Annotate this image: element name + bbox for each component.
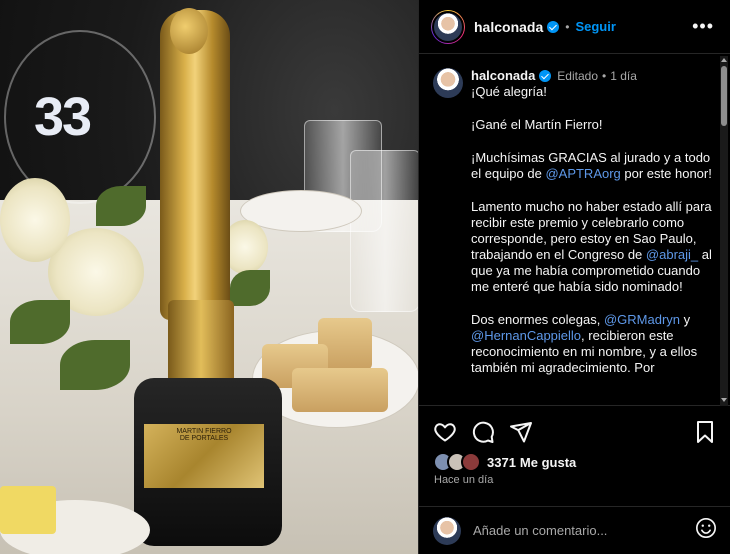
caption-avatar[interactable] bbox=[433, 68, 463, 98]
caption-username[interactable]: halconada bbox=[471, 68, 535, 84]
emoji-icon[interactable] bbox=[695, 517, 717, 544]
verified-badge-icon bbox=[547, 20, 560, 33]
caption-scroll-area[interactable]: halconada Editado • 1 día ¡Qué alegría! ¡… bbox=[419, 54, 730, 406]
caption-time[interactable]: 1 día bbox=[610, 68, 637, 84]
bread-roll bbox=[292, 368, 388, 412]
follow-button[interactable]: Seguir bbox=[575, 19, 615, 34]
avatar-image bbox=[432, 10, 464, 43]
award-statuette bbox=[160, 10, 230, 320]
comment-input[interactable]: Añade un comentario... bbox=[473, 523, 695, 538]
caption-text-span: y bbox=[680, 312, 694, 327]
mention-link[interactable]: @abraji_ bbox=[646, 247, 698, 262]
bookmark-icon[interactable] bbox=[694, 420, 716, 444]
comment-icon[interactable] bbox=[471, 420, 495, 444]
caption-paragraph: ¡Muchísimas GRACIAS al jurado y a todo e… bbox=[471, 150, 715, 182]
likes-row[interactable]: 3371 Me gusta bbox=[433, 452, 576, 472]
caption: halconada Editado • 1 día ¡Qué alegría! ¡… bbox=[419, 54, 730, 393]
separator-dot: • bbox=[602, 69, 607, 83]
caption-header: halconada Editado • 1 día bbox=[471, 68, 715, 84]
caption-paragraph: Dos enormes colegas, @GRMadryn y @Hernan… bbox=[471, 312, 715, 376]
leaf bbox=[96, 186, 146, 226]
post-header: halconada • Seguir ••• bbox=[419, 0, 730, 54]
verified-badge-icon bbox=[539, 70, 552, 82]
action-bar bbox=[433, 418, 716, 446]
scroll-down-arrow-icon[interactable] bbox=[721, 398, 727, 402]
comment-bar: Añade un comentario... bbox=[419, 506, 730, 554]
plaque-line-2: DE PORTALES bbox=[179, 435, 229, 442]
caption-paragraph: ¡Gané el Martín Fierro! bbox=[471, 117, 715, 133]
current-user-avatar bbox=[433, 516, 461, 545]
mention-link[interactable]: @HernanCappiello bbox=[471, 328, 581, 343]
post-panel: halconada • Seguir ••• halconada Editado… bbox=[418, 0, 730, 554]
liker-avatar bbox=[461, 452, 481, 472]
post-photo[interactable]: 33 MARTIN FIERRO DE PORTALES bbox=[0, 0, 418, 554]
separator-dot: • bbox=[565, 19, 570, 34]
award-plaque: MARTIN FIERRO DE PORTALES bbox=[144, 424, 264, 488]
mention-link[interactable]: @APTRAorg bbox=[545, 166, 620, 181]
share-icon[interactable] bbox=[509, 420, 533, 444]
leaf bbox=[10, 300, 70, 344]
author-username[interactable]: halconada bbox=[474, 19, 543, 35]
plaque-line-1: MARTIN FIERRO bbox=[176, 428, 232, 435]
caption-text-span: por este honor! bbox=[620, 166, 712, 181]
heart-icon[interactable] bbox=[433, 420, 457, 444]
award-statuette-head bbox=[170, 8, 208, 54]
caption-body: halconada Editado • 1 día ¡Qué alegría! ¡… bbox=[471, 68, 715, 393]
caption-text-span: ¡Gané el Martín Fierro! bbox=[471, 117, 603, 132]
caption-text-span: ¡Qué alegría! bbox=[471, 84, 547, 99]
wine-glass bbox=[350, 150, 418, 312]
likes-label: Me gusta bbox=[519, 454, 577, 470]
scrollbar-thumb[interactable] bbox=[721, 66, 727, 126]
more-options-icon[interactable]: ••• bbox=[692, 16, 714, 37]
cheese-piece bbox=[0, 486, 56, 534]
caption-text-span: Dos enormes colegas, bbox=[471, 312, 604, 327]
edited-label: Editado bbox=[557, 69, 598, 83]
rose-flower bbox=[0, 178, 70, 262]
likes-count: 3371 bbox=[487, 454, 516, 470]
caption-paragraph: Lamento mucho no haber estado allí para … bbox=[471, 199, 715, 295]
leaf bbox=[60, 340, 130, 390]
table-number-text: 33 bbox=[34, 87, 92, 147]
post-modal: 33 MARTIN FIERRO DE PORTALES halconada •… bbox=[0, 0, 730, 554]
post-timestamp[interactable]: Hace un día bbox=[434, 474, 493, 486]
caption-text: ¡Qué alegría! ¡Gané el Martín Fierro! ¡Muc… bbox=[471, 84, 715, 376]
leaf bbox=[230, 270, 270, 306]
scroll-up-arrow-icon[interactable] bbox=[721, 58, 727, 62]
caption-paragraph: ¡Qué alegría! bbox=[471, 84, 715, 100]
mention-link[interactable]: @GRMadryn bbox=[604, 312, 680, 327]
author-avatar[interactable] bbox=[431, 9, 465, 44]
